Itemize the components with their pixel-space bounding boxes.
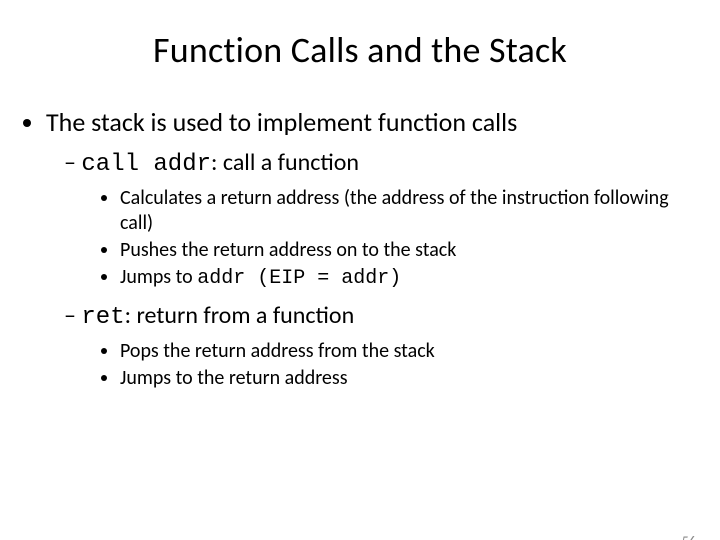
code-call-addr: call addr (81, 151, 211, 178)
code-ret: ret (81, 304, 124, 331)
call-sub3-text: Jumps to (120, 265, 197, 289)
page-number: 56 (682, 533, 696, 540)
bullet-list-level3-ret: Pops the return address from the stack J… (64, 339, 690, 391)
slide: Function Calls and the Stack The stack i… (0, 28, 720, 540)
ret-sub1: Pops the return address from the stack (120, 339, 690, 364)
ret-sub2: Jumps to the return address (120, 366, 690, 391)
bullet-call-desc: : call a function (211, 148, 359, 177)
bullet-ret-desc: : return from a function (125, 301, 355, 330)
slide-title: Function Calls and the Stack (0, 28, 720, 72)
slide-content: The stack is used to implement function … (0, 108, 720, 391)
bullet-ret: ret: return from a function Pops the ret… (64, 301, 690, 391)
call-sub1: Calculates a return address (the address… (120, 186, 690, 236)
bullet-main: The stack is used to implement function … (46, 108, 690, 391)
bullet-list-level2: call addr: call a function Calculates a … (46, 148, 690, 391)
code-addr-eip: addr (EIP = addr) (197, 267, 401, 290)
bullet-call: call addr: call a function Calculates a … (64, 148, 690, 291)
call-sub3: Jumps to addr (EIP = addr) (120, 265, 690, 291)
call-sub2: Pushes the return address on to the stac… (120, 238, 690, 263)
bullet-list-level1: The stack is used to implement function … (26, 108, 690, 391)
bullet-list-level3-call: Calculates a return address (the address… (64, 186, 690, 291)
bullet-main-text: The stack is used to implement function … (46, 106, 517, 138)
